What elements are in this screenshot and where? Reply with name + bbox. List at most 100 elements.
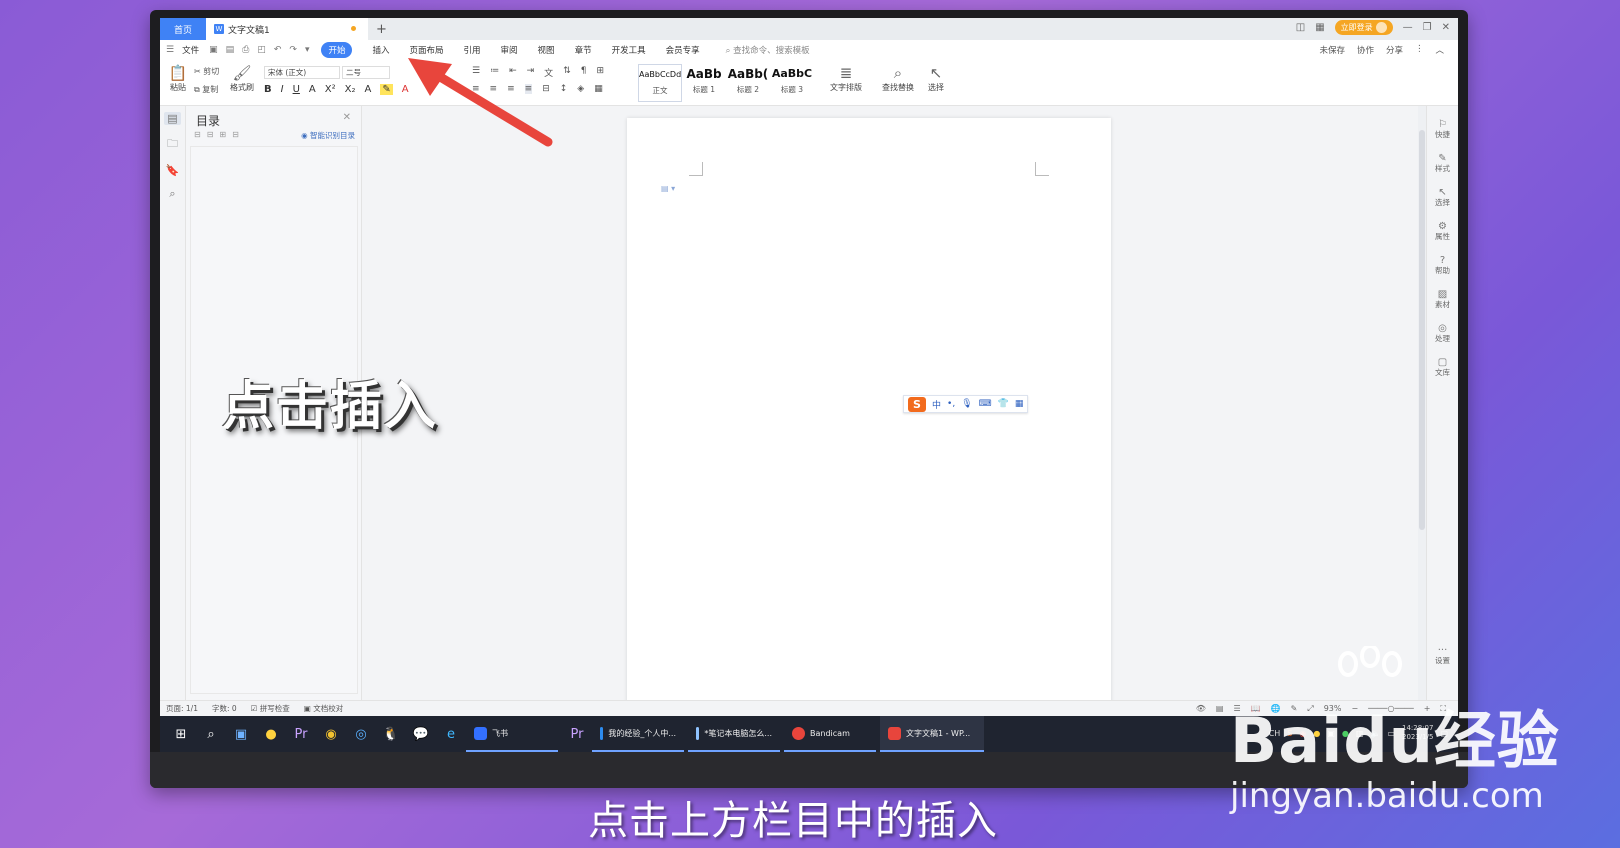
premiere-icon[interactable]: Pr (286, 719, 316, 749)
redo-icon[interactable]: ↷ (289, 45, 297, 55)
menu-review[interactable]: 审阅 (501, 44, 518, 56)
quick-access-dropdown-icon[interactable]: ▾ (305, 45, 310, 55)
login-button[interactable]: 立即登录 (1334, 20, 1393, 35)
collapse-ribbon-icon[interactable]: ︿ (1435, 44, 1444, 56)
taskbar-app-notes[interactable]: *笔记本电脑怎么... (688, 716, 780, 752)
menu-developer[interactable]: 开发工具 (612, 44, 646, 56)
page-view-icon[interactable]: ▤ (1216, 704, 1224, 714)
rail-style[interactable]: ✎ 样式 (1427, 154, 1458, 174)
tab-document[interactable]: W 文字文稿1 (206, 18, 368, 40)
print-icon[interactable]: ⎙ (242, 45, 249, 55)
share-button[interactable]: 分享 (1386, 44, 1403, 56)
taskbar-app-jingyan[interactable]: 我的经验_个人中... (592, 716, 684, 752)
scroll-thumb[interactable] (1419, 130, 1425, 530)
chapter-icon[interactable]: 🗀 (160, 135, 185, 154)
increase-indent-icon[interactable]: ⇥ (527, 66, 535, 79)
toc-add-icon[interactable]: ⊞ (219, 130, 226, 139)
bold-button[interactable]: B (264, 84, 272, 95)
qq-icon[interactable]: 🐧 (376, 719, 406, 749)
taskbar-app-bandicam[interactable]: Bandicam (784, 716, 876, 752)
subscript-icon[interactable]: X₂ (345, 84, 356, 95)
copy-button[interactable]: ⧉ 复制 (194, 84, 218, 95)
qq-browser-icon[interactable]: ◎ (346, 719, 376, 749)
ime-keyboard-icon[interactable]: ⌨ (979, 399, 992, 409)
restore-icon[interactable]: ❐ (1423, 22, 1432, 33)
decrease-indent-icon[interactable]: ⇤ (509, 66, 517, 79)
browser-360-icon[interactable]: ● (256, 719, 286, 749)
ime-lang[interactable]: 中 (932, 398, 941, 411)
cut-button[interactable]: ✂ 剪切 (194, 66, 219, 77)
ime-punct-icon[interactable]: •, (947, 399, 955, 409)
menu-view[interactable]: 视图 (538, 44, 555, 56)
italic-button[interactable]: I (281, 84, 284, 95)
collaborate-button[interactable]: 协作 (1357, 44, 1374, 56)
hamburger-icon[interactable]: ☰ (166, 45, 174, 55)
sort-icon[interactable]: ⇅ (563, 66, 571, 79)
menu-references[interactable]: 引用 (464, 44, 481, 56)
command-search[interactable]: ⌕ 查找命令、搜索模板 (726, 44, 810, 56)
justify-icon[interactable]: ≡ (524, 84, 533, 94)
show-marks-icon[interactable]: ¶ (581, 66, 587, 79)
start-icon[interactable]: ⊞ (166, 719, 196, 749)
eye-protect-icon[interactable]: 👁 (1196, 704, 1206, 714)
bookmark-icon[interactable]: 🔖 (160, 164, 185, 177)
style-heading-3[interactable]: AaBbC 标题 3 (770, 64, 814, 102)
ime-apps-icon[interactable]: ▦ (1015, 399, 1024, 409)
menu-member[interactable]: 会员专享 (666, 44, 700, 56)
toc-close-icon[interactable]: ✕ (343, 112, 351, 123)
preview-icon[interactable]: ◰ (257, 45, 266, 55)
photos-app-icon[interactable]: ▣ (226, 719, 256, 749)
table-border-icon[interactable]: ▦ (594, 84, 603, 94)
distribute-icon[interactable]: ⊟ (542, 84, 550, 94)
taskbar-app-wps[interactable]: 文字文稿1 - WP... (880, 716, 984, 752)
new-tab-button[interactable]: + (376, 22, 387, 37)
underline-button[interactable]: U (293, 84, 300, 95)
ime-mic-icon[interactable]: 🎙 (961, 399, 972, 409)
find-replace-button[interactable]: ⌕ 查找替换 (878, 64, 918, 93)
taskbar-app-feishu[interactable]: 飞书 (466, 716, 558, 752)
menu-file[interactable]: 文件 (182, 44, 199, 56)
chrome-icon[interactable]: ◉ (316, 719, 346, 749)
toc-panel-icon[interactable]: ▤ (164, 112, 181, 125)
toc-expand-icon[interactable]: ⊟ (194, 130, 201, 139)
document-page[interactable]: ▤ ▾ S 中 •, 🎙 ⌨ 👕 ▦ (627, 118, 1111, 718)
font-effect-icon[interactable]: A (309, 84, 316, 95)
menu-section[interactable]: 章节 (575, 44, 592, 56)
search-icon[interactable]: ⌕ (160, 187, 185, 201)
paragraph-marker-icon[interactable]: ▤ ▾ (661, 184, 675, 193)
word-count[interactable]: 字数: 0 (212, 703, 237, 714)
rail-shortcut[interactable]: ⚐ 快捷 (1427, 120, 1458, 140)
align-center-icon[interactable]: ≡ (490, 84, 498, 94)
unsaved-button[interactable]: 未保存 (1319, 44, 1345, 56)
select-button[interactable]: ↖ 选择 (922, 64, 950, 93)
proofread-button[interactable]: ▣ 文档校对 (304, 703, 343, 714)
chinese-layout-icon[interactable]: 文 (544, 66, 553, 79)
menu-insert[interactable]: 插入 (372, 44, 389, 56)
style-normal[interactable]: AaBbCcDd 正文 (638, 64, 682, 102)
align-left-icon[interactable]: ≡ (472, 84, 480, 94)
minimize-icon[interactable]: — (1403, 22, 1413, 33)
text-layout-button[interactable]: ≣ 文字排版 (826, 64, 866, 93)
superscript-icon[interactable]: X² (325, 84, 336, 95)
font-family-select[interactable]: 宋体 (正文) (264, 66, 340, 79)
numbered-list-icon[interactable]: ≔ (490, 66, 499, 79)
tab-home[interactable]: 首页 (160, 18, 206, 40)
shading-icon[interactable]: ◈ (577, 84, 584, 94)
rail-select[interactable]: ↖ 选择 (1427, 188, 1458, 208)
wechat-icon[interactable]: 💬 (406, 719, 436, 749)
rail-library[interactable]: ▢ 文库 (1427, 358, 1458, 378)
export-icon[interactable]: ▤ (226, 45, 235, 55)
toc-collapse-icon[interactable]: ⊟ (207, 130, 214, 139)
save-icon[interactable]: ▣ (209, 45, 218, 55)
rail-help[interactable]: ? 帮助 (1427, 256, 1458, 276)
menu-home[interactable]: 开始 (321, 42, 353, 58)
taskbar-search-icon[interactable]: ⌕ (196, 719, 226, 749)
spell-check-toggle[interactable]: ☑ 拼写检查 (251, 703, 290, 714)
clear-format-icon[interactable]: A (364, 84, 371, 95)
layout-icon[interactable]: ◫ (1296, 22, 1305, 33)
smart-toc-button[interactable]: ◉ 智能识别目录 (301, 130, 355, 141)
highlight-icon[interactable]: ✎ (380, 84, 393, 95)
premiere-pinned-icon[interactable]: Pr (562, 719, 592, 749)
line-spacing-icon[interactable]: ↕ (560, 84, 568, 94)
toc-remove-icon[interactable]: ⊟ (232, 130, 239, 139)
